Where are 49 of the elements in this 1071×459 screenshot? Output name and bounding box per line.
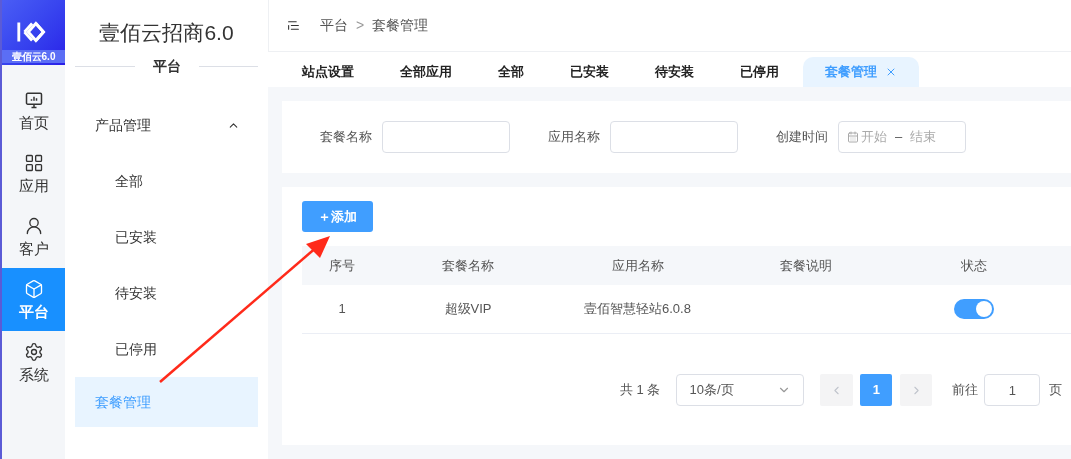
column-header: 序号: [328, 256, 356, 275]
menu-group[interactable]: 产品管理: [75, 97, 258, 153]
tab[interactable]: 已停用: [718, 57, 801, 87]
text-field[interactable]: [382, 121, 510, 153]
menu-item[interactable]: 已安装: [75, 209, 258, 265]
breadcrumb-item[interactable]: 平台: [320, 15, 348, 36]
settings-icon: [23, 341, 44, 362]
cube-icon: [23, 278, 44, 299]
page-size-select[interactable]: 10条/页: [676, 374, 805, 406]
rail-item[interactable]: 应用: [2, 142, 65, 205]
page-number-field[interactable]: 1: [984, 374, 1041, 406]
text-field[interactable]: [610, 121, 738, 153]
tab[interactable]: 全部: [476, 57, 546, 87]
table-cell-text: 壹佰智慧轻站6.0.8: [583, 300, 692, 319]
rail-item[interactable]: 首页: [2, 79, 65, 142]
previous-page-button[interactable]: [820, 374, 854, 406]
menu-item[interactable]: 已停用: [75, 321, 258, 377]
table-cell-text: 超级VIP: [443, 300, 493, 319]
filter-label: 创建时间: [776, 128, 828, 147]
tab[interactable]: 已安装: [548, 57, 631, 87]
column-header: 应用名称: [610, 256, 665, 275]
table-cell-text: 1: [337, 300, 347, 319]
menu-item[interactable]: 待安装: [75, 265, 258, 321]
calendar-icon: [847, 131, 859, 143]
breadcrumb-separator: >: [356, 16, 365, 35]
status-switch[interactable]: [954, 299, 994, 319]
menu-icon[interactable]: [287, 19, 300, 32]
breadcrumb-item: 套餐管理: [372, 16, 429, 35]
page-suffix: 页: [1049, 381, 1063, 400]
goto-label: 前往: [952, 381, 979, 400]
next-page-button[interactable]: [900, 374, 933, 406]
rail-item[interactable]: 系统: [2, 331, 65, 394]
tab[interactable]: 待安装: [633, 57, 716, 87]
filter-label: 应用名称: [548, 128, 600, 147]
tab[interactable]: 全部应用: [378, 57, 474, 87]
total-count: 共 1 条: [620, 381, 661, 400]
column-header: 状态: [960, 256, 988, 275]
app-title: 壹佰云招商6.0: [98, 20, 235, 46]
close-icon[interactable]: [885, 66, 897, 78]
tab[interactable]: 站点设置: [280, 57, 376, 87]
date-range-field[interactable]: 开始 – 结束: [838, 121, 966, 153]
column-header: 套餐名称: [441, 256, 495, 275]
logo-caption: 壹佰云6.0: [2, 50, 65, 63]
filter-label: 套餐名称: [320, 128, 372, 147]
section-title: 平台: [151, 57, 182, 76]
rail-item[interactable]: 客户: [2, 205, 65, 268]
grid-icon: [23, 152, 44, 173]
column-header: 套餐说明: [779, 256, 833, 275]
menu-item[interactable]: 全部: [75, 153, 258, 209]
